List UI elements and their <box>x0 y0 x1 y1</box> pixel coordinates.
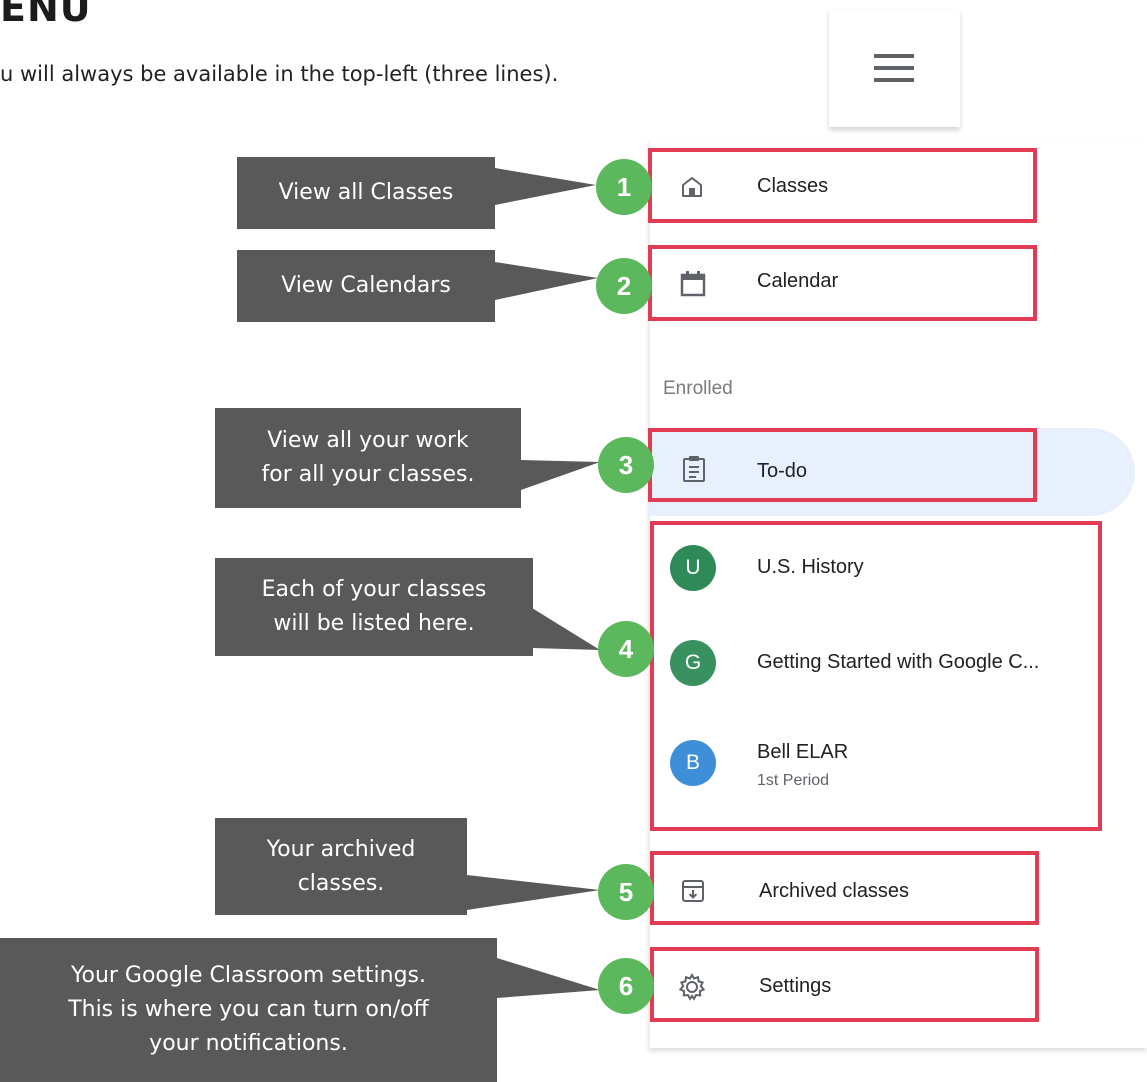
badge-1: 1 <box>596 159 652 215</box>
callout-6-line2: This is where you can turn on/off <box>68 997 429 1022</box>
callout-4-line1: Each of your classes <box>261 577 487 602</box>
callout-3: View all your work for all your classes. <box>215 408 521 508</box>
callout-1: View all Classes <box>237 157 495 229</box>
callout-2-text: View Calendars <box>281 273 451 298</box>
callout-2: View Calendars <box>237 250 495 322</box>
callout-5-line1: Your archived <box>266 836 416 862</box>
callout-5-line2: classes. <box>297 870 385 896</box>
callout-3-line2: for all your classes. <box>261 462 475 487</box>
badge-3: 3 <box>598 437 654 493</box>
badge-5: 5 <box>598 864 654 920</box>
callout-4-line2: will be listed here. <box>273 611 475 636</box>
callout-6-line1: Your Google Classroom settings. <box>70 963 427 988</box>
callout-1-text: View all Classes <box>278 180 454 205</box>
callout-6-line3: your notifications. <box>149 1031 348 1056</box>
badge-2: 2 <box>596 258 652 314</box>
callout-connectors <box>467 168 600 998</box>
badge-6: 6 <box>598 958 654 1014</box>
badge-4: 4 <box>598 621 654 677</box>
callout-5: Your archived classes. <box>215 818 467 915</box>
callout-4: Each of your classes will be listed here… <box>215 558 533 656</box>
callout-3-line1: View all your work <box>267 428 469 453</box>
callout-6: Your Google Classroom settings. This is … <box>0 938 497 1082</box>
